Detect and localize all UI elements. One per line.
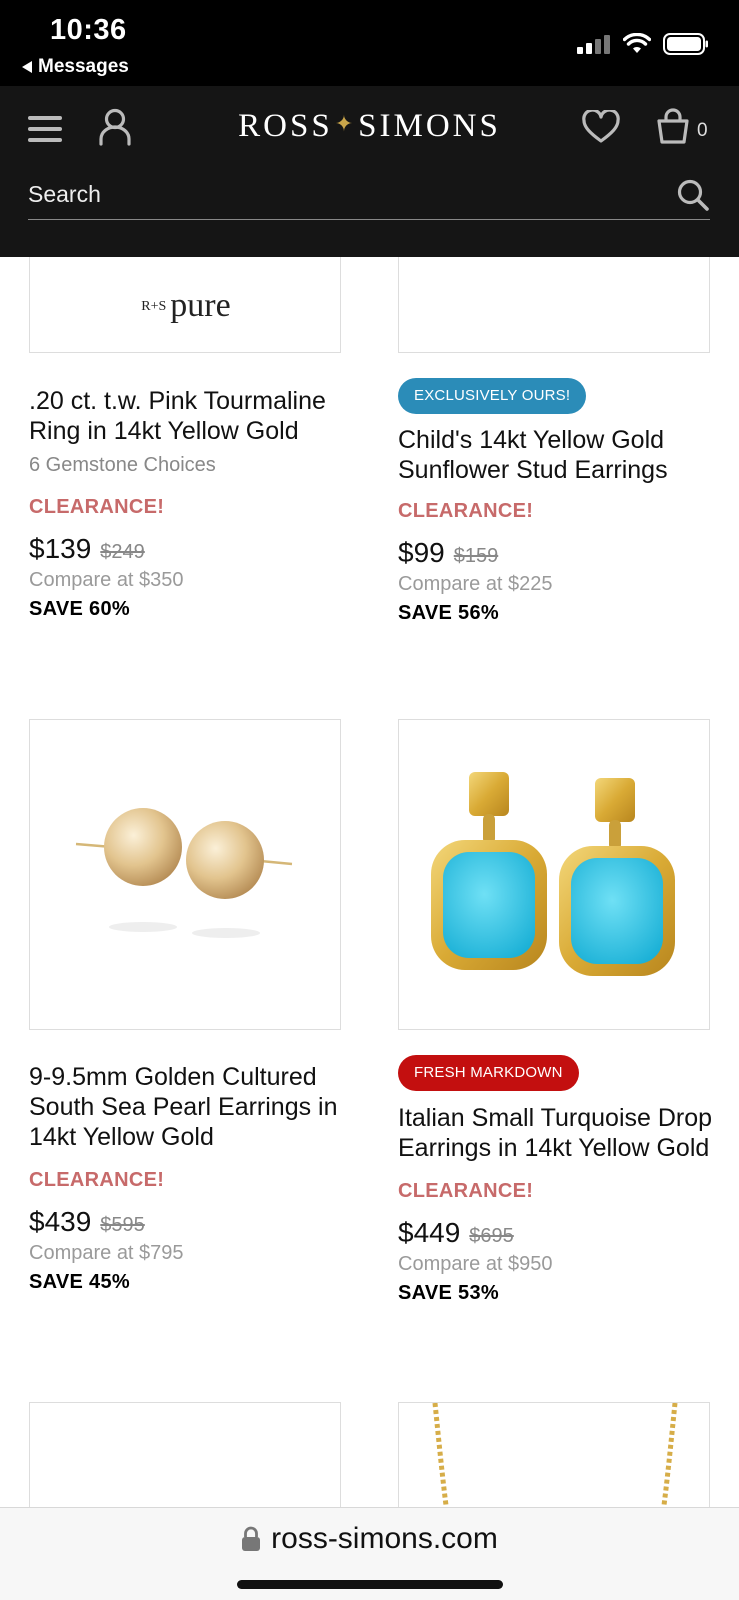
rs-pure-small: R+S <box>141 299 167 314</box>
product-image[interactable] <box>29 719 341 1030</box>
compare-price: Compare at $350 <box>29 569 184 591</box>
product-title[interactable]: .20 ct. t.w. Pink Tourmaline Ring in 14k… <box>29 386 339 446</box>
sale-price: $99 <box>398 537 445 568</box>
price-row: $99 $159 <box>398 537 714 569</box>
save-percent: SAVE 60% <box>29 598 130 620</box>
clearance-label: CLEARANCE! <box>29 1169 165 1191</box>
product-card[interactable]: 9-9.5mm Golden Cultured South Sea Pearl … <box>29 1062 345 1294</box>
product-card[interactable]: FRESH MARKDOWN Italian Small Turquoise D… <box>398 1055 714 1305</box>
product-image[interactable] <box>398 719 710 1030</box>
logo-right: SIMONS <box>358 108 501 144</box>
product-image-partial[interactable] <box>398 257 710 353</box>
search-field[interactable]: Search <box>28 178 710 220</box>
price-row: $439 $595 <box>29 1206 345 1238</box>
shopping-bag-icon[interactable] <box>655 108 691 144</box>
battery-icon <box>663 33 708 55</box>
gold-chain-image <box>432 1403 678 1512</box>
sale-price: $449 <box>398 1217 461 1248</box>
sale-price: $139 <box>29 533 92 564</box>
product-title[interactable]: Child's 14kt Yellow Gold Sunflower Stud … <box>398 425 714 485</box>
clearance-label: CLEARANCE! <box>398 500 534 522</box>
site-header: ROSS✦SIMONS 0 Search <box>0 86 739 257</box>
clearance-label: CLEARANCE! <box>29 496 165 518</box>
signal-icon <box>577 35 610 54</box>
url-display[interactable]: ross-simons.com <box>0 1522 739 1556</box>
product-title[interactable]: Italian Small Turquoise Drop Earrings in… <box>398 1103 714 1163</box>
back-to-messages[interactable]: Messages <box>22 56 129 78</box>
save-percent: SAVE 45% <box>29 1271 130 1293</box>
fresh-markdown-badge: FRESH MARKDOWN <box>398 1055 579 1091</box>
product-image-partial[interactable]: R+S pure <box>29 257 341 353</box>
logo-star-icon: ✦ <box>334 111 357 136</box>
wifi-icon <box>623 33 651 53</box>
back-label: Messages <box>38 56 129 77</box>
search-icon[interactable] <box>676 178 710 212</box>
original-price: $695 <box>469 1225 514 1247</box>
rs-pure-word: pure <box>170 287 231 324</box>
compare-price: Compare at $225 <box>398 573 553 595</box>
status-time: 10:36 <box>50 14 127 46</box>
exclusive-badge: EXCLUSIVELY OURS! <box>398 378 587 414</box>
wishlist-heart-icon[interactable] <box>582 110 620 144</box>
price-row: $139 $249 <box>29 533 339 565</box>
save-percent: SAVE 53% <box>398 1282 499 1304</box>
compare-price: Compare at $950 <box>398 1253 553 1275</box>
search-input[interactable]: Search <box>28 181 101 208</box>
sale-price: $439 <box>29 1206 92 1237</box>
price-row: $449 $695 <box>398 1217 714 1249</box>
original-price: $249 <box>100 541 145 563</box>
rs-pure-logo: R+S pure <box>30 287 340 325</box>
logo-left: ROSS <box>238 108 333 144</box>
browser-url-bar[interactable]: ross-simons.com <box>0 1507 739 1600</box>
gemstone-choices[interactable]: 6 Gemstone Choices <box>29 454 339 477</box>
pearl-earrings-image <box>75 808 293 938</box>
product-title[interactable]: 9-9.5mm Golden Cultured South Sea Pearl … <box>29 1062 345 1152</box>
product-card[interactable]: EXCLUSIVELY OURS! Child's 14kt Yellow Go… <box>398 378 714 625</box>
compare-price: Compare at $795 <box>29 1242 184 1264</box>
product-image-partial[interactable] <box>398 1402 710 1512</box>
original-price: $595 <box>100 1214 145 1236</box>
status-bar: 10:36 Messages <box>0 0 739 86</box>
product-image-partial[interactable] <box>29 1402 341 1512</box>
site-logo[interactable]: ROSS✦SIMONS <box>0 108 739 145</box>
save-percent: SAVE 56% <box>398 602 499 624</box>
lock-icon <box>242 1526 261 1551</box>
bag-count[interactable]: 0 <box>697 120 708 142</box>
url-text: ross-simons.com <box>271 1522 498 1555</box>
original-price: $159 <box>453 545 499 567</box>
home-indicator[interactable] <box>237 1580 503 1589</box>
status-icons <box>577 33 709 55</box>
product-card[interactable]: .20 ct. t.w. Pink Tourmaline Ring in 14k… <box>29 386 339 621</box>
back-arrow-icon <box>22 61 32 73</box>
clearance-label: CLEARANCE! <box>398 1180 534 1202</box>
turquoise-earrings-image <box>431 772 675 976</box>
